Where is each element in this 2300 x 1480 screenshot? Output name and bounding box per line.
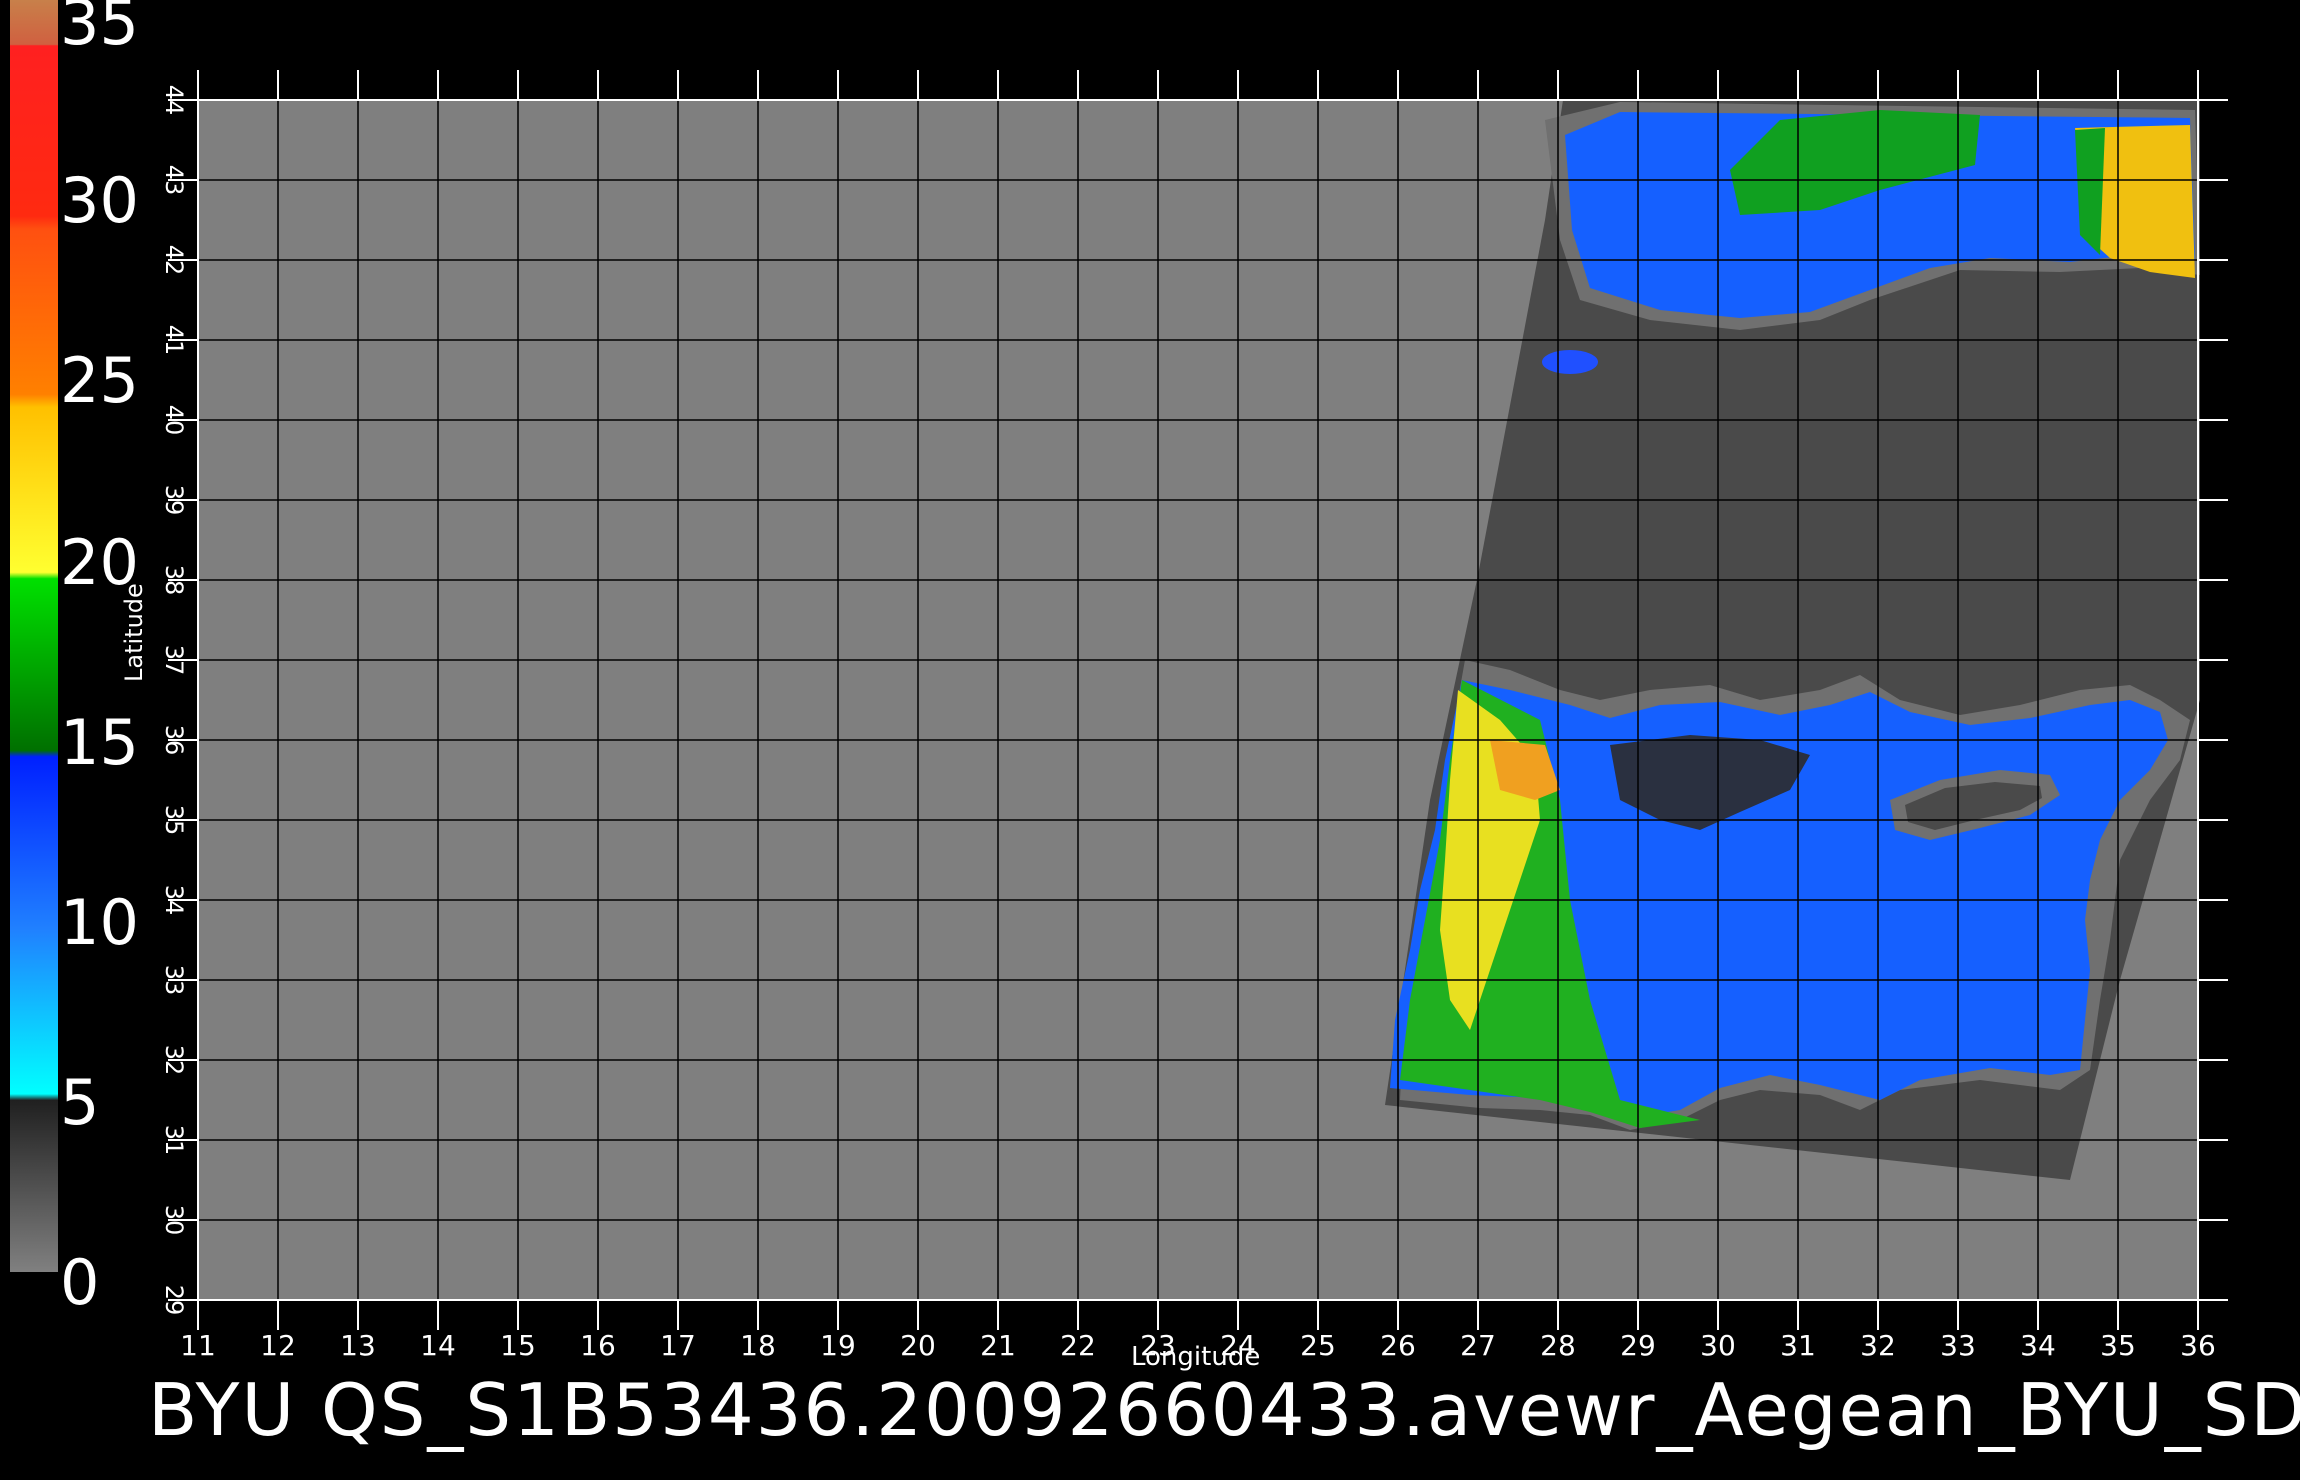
lat-tick-label: 38 (160, 565, 188, 596)
lon-tick-label: 33 (1940, 1329, 1976, 1362)
lon-tick-label: 30 (1700, 1329, 1736, 1362)
lat-tick-label: 37 (160, 645, 188, 676)
lon-tick-label: 27 (1460, 1329, 1496, 1362)
lon-tick-label: 22 (1060, 1329, 1096, 1362)
lon-tick-label: 13 (340, 1329, 376, 1362)
wind-map: 11 12 13 14 15 16 17 18 19 20 21 22 23 24 25 26 27 28 29 30… (160, 70, 2228, 1362)
marmara-spot (1542, 350, 1598, 374)
latitude-axis-label: Latitude (120, 583, 148, 682)
lon-tick-label: 14 (420, 1329, 456, 1362)
lat-tick-label: 31 (160, 1125, 188, 1156)
lon-tick-label: 11 (180, 1329, 216, 1362)
lat-tick-label: 35 (160, 805, 188, 836)
lon-tick-label: 17 (660, 1329, 696, 1362)
lat-tick-label: 30 (160, 1205, 188, 1236)
lon-tick-label: 35 (2100, 1329, 2136, 1362)
lon-tick-label: 31 (1780, 1329, 1816, 1362)
lat-tick-label: 33 (160, 965, 188, 996)
lat-tick-label: 41 (160, 325, 188, 356)
lon-tick-label: 16 (580, 1329, 616, 1362)
lon-tick-label: 18 (740, 1329, 776, 1362)
lon-tick-label: 36 (2180, 1329, 2216, 1362)
lon-tick-label: 32 (1860, 1329, 1896, 1362)
lat-tick-label: 40 (160, 405, 188, 436)
lon-tick-label: 12 (260, 1329, 296, 1362)
lon-tick-label: 20 (900, 1329, 936, 1362)
lon-tick-label: 29 (1620, 1329, 1656, 1362)
lon-tick-label: 25 (1300, 1329, 1336, 1362)
lon-tick-label: 21 (980, 1329, 1016, 1362)
lat-tick-label: 44 (160, 85, 188, 116)
lat-tick-label: 34 (160, 885, 188, 916)
lat-tick-label: 43 (160, 165, 188, 196)
lat-tick-label: 36 (160, 725, 188, 756)
lon-tick-label: 19 (820, 1329, 856, 1362)
lat-tick-label: 39 (160, 485, 188, 516)
lat-tick-label: 32 (160, 1045, 188, 1076)
lon-tick-label: 28 (1540, 1329, 1576, 1362)
lon-tick-label: 26 (1380, 1329, 1416, 1362)
lon-tick-label: 15 (500, 1329, 536, 1362)
lat-tick-label: 42 (160, 245, 188, 276)
lat-tick-label: 29 (160, 1285, 188, 1316)
lon-tick-label: 34 (2020, 1329, 2056, 1362)
footer-title: BYU QS_S1B53436.20092660433.avewr_Aegean… (148, 1368, 2300, 1452)
